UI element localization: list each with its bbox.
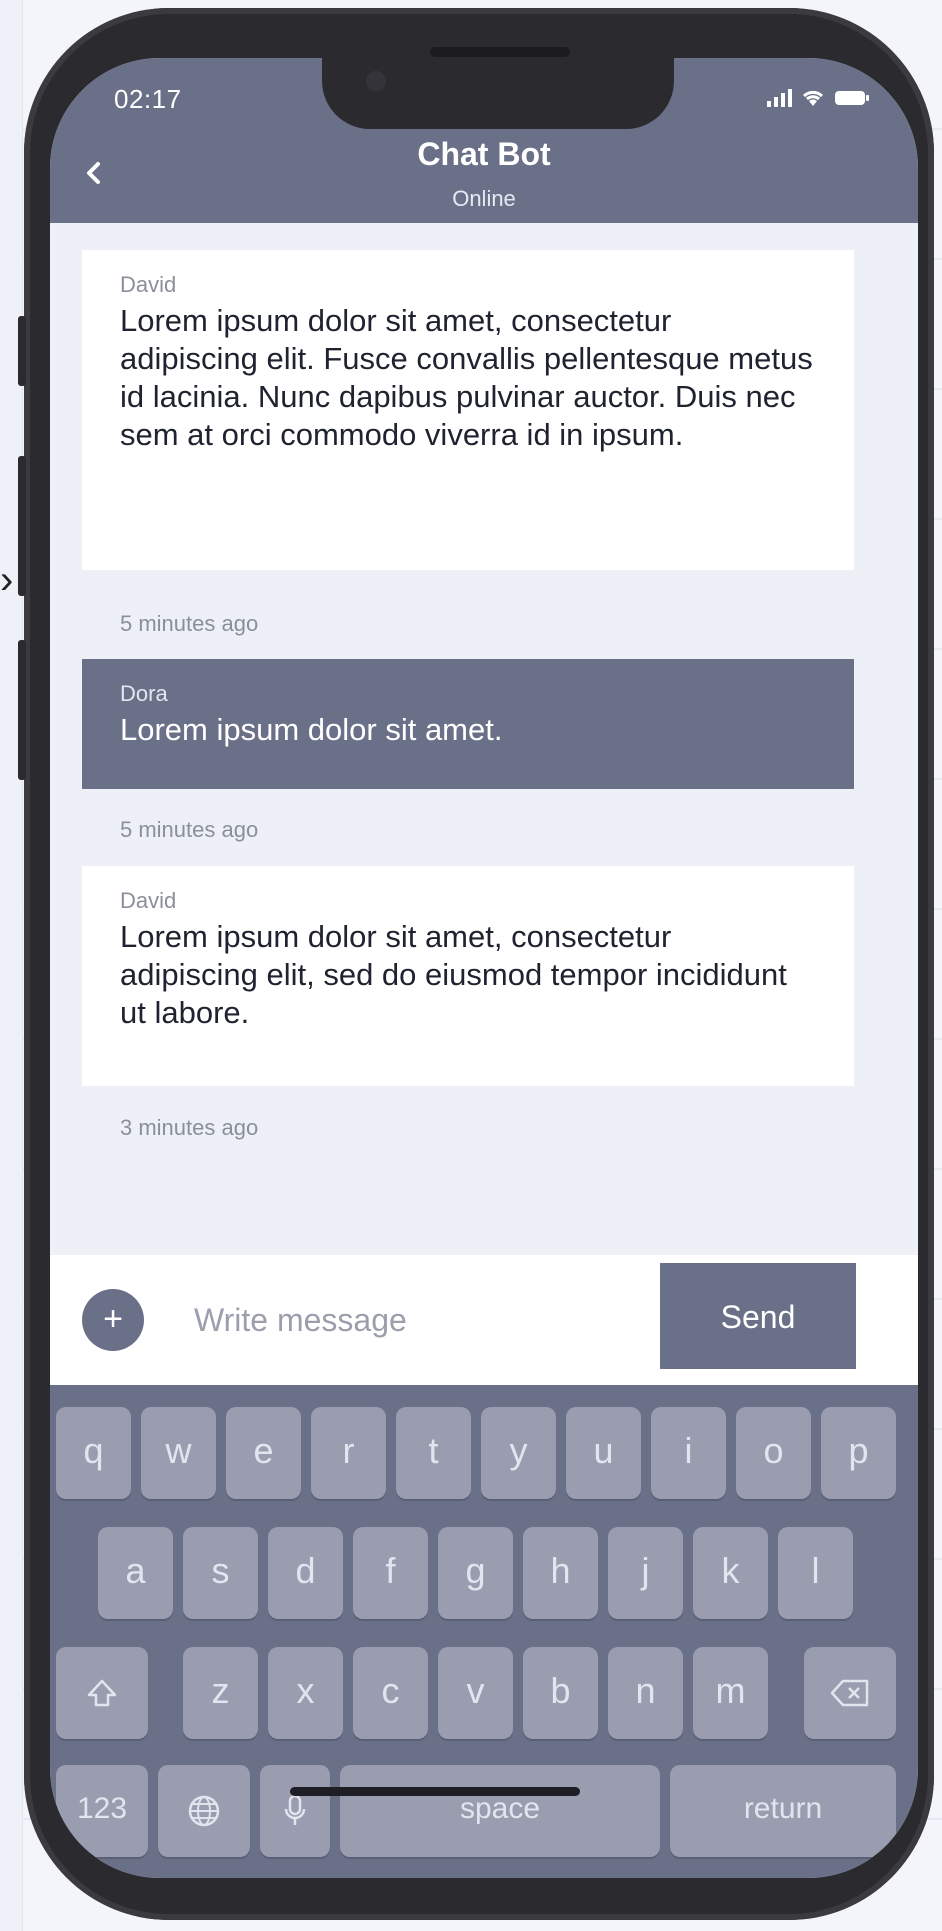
key-n[interactable]: n xyxy=(608,1647,683,1739)
return-key[interactable]: return xyxy=(670,1765,896,1857)
key-t[interactable]: t xyxy=(396,1407,471,1499)
message-list[interactable]: David Lorem ipsum dolor sit amet, consec… xyxy=(50,223,918,1255)
message-sender: David xyxy=(120,888,177,913)
key-y[interactable]: y xyxy=(481,1407,556,1499)
key-l[interactable]: l xyxy=(778,1527,853,1619)
shift-key[interactable] xyxy=(56,1647,148,1739)
status-time: 02:17 xyxy=(114,84,182,114)
background-strip xyxy=(0,0,23,1931)
microphone-key[interactable] xyxy=(260,1765,330,1857)
message-bubble: Dora Lorem ipsum dolor sit amet. xyxy=(82,659,854,789)
chat-status: Online xyxy=(452,186,516,211)
message-time: 5 minutes ago xyxy=(120,817,259,842)
status-icons xyxy=(767,88,870,108)
key-r[interactable]: r xyxy=(311,1407,386,1499)
delete-key[interactable] xyxy=(804,1647,896,1739)
message-text: Lorem ipsum dolor sit amet. xyxy=(120,712,503,747)
chat-title: Chat Bot xyxy=(417,136,551,172)
add-attachment-button[interactable]: + xyxy=(82,1289,144,1351)
key-c[interactable]: c xyxy=(353,1647,428,1739)
key-q[interactable]: q xyxy=(56,1407,131,1499)
shift-icon xyxy=(87,1680,117,1707)
message-bubble: David Lorem ipsum dolor sit amet, consec… xyxy=(82,250,854,570)
message-bubble: David Lorem ipsum dolor sit amet, consec… xyxy=(82,866,854,1086)
key-a[interactable]: a xyxy=(98,1527,173,1619)
key-e[interactable]: e xyxy=(226,1407,301,1499)
mute-switch xyxy=(18,316,26,386)
key-f[interactable]: f xyxy=(353,1527,428,1619)
arrow-icon: › xyxy=(0,558,14,602)
key-h[interactable]: h xyxy=(523,1527,598,1619)
message-time: 5 minutes ago xyxy=(120,611,259,636)
camera-icon xyxy=(366,71,386,91)
signal-icon xyxy=(767,89,792,107)
space-key[interactable]: space xyxy=(340,1765,660,1857)
key-d[interactable]: d xyxy=(268,1527,343,1619)
key-o[interactable]: o xyxy=(736,1407,811,1499)
keyboard: q w e r t y u i o p a s d f g h j k l z … xyxy=(50,1385,918,1878)
microphone-icon xyxy=(284,1795,306,1826)
key-j[interactable]: j xyxy=(608,1527,683,1619)
volume-down-button xyxy=(18,640,26,780)
globe-key[interactable] xyxy=(158,1765,250,1857)
key-z[interactable]: z xyxy=(183,1647,258,1739)
message-text: Lorem ipsum dolor sit amet, consectetur … xyxy=(120,919,787,1030)
key-g[interactable]: g xyxy=(438,1527,513,1619)
volume-up-button xyxy=(18,456,26,596)
key-i[interactable]: i xyxy=(651,1407,726,1499)
key-p[interactable]: p xyxy=(821,1407,896,1499)
key-b[interactable]: b xyxy=(523,1647,598,1739)
compose-bar: + Send xyxy=(50,1255,918,1385)
phone-notch xyxy=(322,47,674,129)
battery-icon xyxy=(834,89,870,107)
numbers-key[interactable]: 123 xyxy=(56,1765,148,1857)
key-k[interactable]: k xyxy=(693,1527,768,1619)
key-w[interactable]: w xyxy=(141,1407,216,1499)
send-button[interactable]: Send xyxy=(660,1263,856,1369)
speaker xyxy=(430,47,570,57)
message-time: 3 minutes ago xyxy=(120,1115,259,1140)
key-u[interactable]: u xyxy=(566,1407,641,1499)
message-sender: David xyxy=(120,272,177,297)
key-s[interactable]: s xyxy=(183,1527,258,1619)
key-x[interactable]: x xyxy=(268,1647,343,1739)
key-m[interactable]: m xyxy=(693,1647,768,1739)
message-sender: Dora xyxy=(120,681,168,706)
message-input[interactable] xyxy=(176,1275,636,1365)
backspace-icon xyxy=(830,1680,869,1707)
phone-screen: 02:17 Chat Bot Online David Lorem ipsum … xyxy=(50,58,918,1878)
globe-icon xyxy=(188,1796,220,1827)
wifi-icon xyxy=(800,88,826,108)
home-indicator[interactable] xyxy=(290,1787,580,1796)
message-text: Lorem ipsum dolor sit amet, consectetur … xyxy=(120,303,813,452)
key-v[interactable]: v xyxy=(438,1647,513,1739)
